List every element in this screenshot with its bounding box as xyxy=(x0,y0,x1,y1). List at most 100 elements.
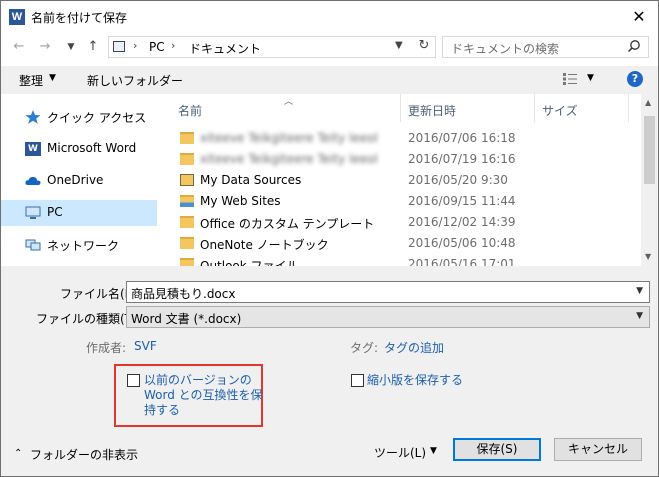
star-icon xyxy=(25,110,41,124)
window-title: 名前を付けて保存 xyxy=(31,11,128,25)
command-bar: 整理 ▼ 新しいフォルダー ▼ ? xyxy=(1,66,658,94)
forward-arrow-icon[interactable]: → xyxy=(36,38,54,56)
title-bar: W 名前を付けて保存 ✕ xyxy=(1,1,658,31)
file-row[interactable]: xiteeve Teikgiteere Teity leeol 2016/07/… xyxy=(170,128,640,149)
file-name: My Data Sources xyxy=(200,173,302,187)
folder-icon xyxy=(180,258,194,266)
sort-ascending-icon: ︿ xyxy=(284,97,294,107)
filename-field[interactable]: 商品見積もり.docx ▼ xyxy=(126,281,650,303)
column-header-name[interactable]: 名前 xyxy=(178,102,202,119)
author-label: 作成者: xyxy=(86,341,127,355)
author-value[interactable]: SVF xyxy=(134,339,157,353)
tools-button[interactable]: ツール(L) xyxy=(374,444,426,461)
scroll-up-arrow-icon[interactable]: ▲ xyxy=(645,98,651,107)
folder-icon xyxy=(180,237,194,249)
compat-checkbox[interactable] xyxy=(127,374,140,387)
sidebar-item-label: Microsoft Word xyxy=(47,141,137,155)
file-name: Outlook ファイル xyxy=(200,259,299,266)
scroll-down-arrow-icon[interactable]: ▼ xyxy=(645,252,651,261)
column-divider[interactable] xyxy=(400,94,401,122)
address-bar[interactable]: › PC › ドキュメント ▼ ↻ xyxy=(108,36,436,58)
recent-chevron-down-icon[interactable]: ▼ xyxy=(62,38,80,56)
word-icon: W xyxy=(25,142,41,156)
sidebar-item-microsoft-word[interactable]: W Microsoft Word xyxy=(1,136,157,162)
add-tag-link[interactable]: タグの追加 xyxy=(384,339,444,356)
column-divider[interactable] xyxy=(628,94,629,122)
sidebar-item-label: PC xyxy=(47,205,63,219)
file-name: My Web Sites xyxy=(200,194,281,208)
compat-label-line: 以前のバージョンの xyxy=(144,373,252,387)
compat-label[interactable]: 以前のバージョンの Word との互換性を保 持する xyxy=(144,373,263,418)
chevron-up-icon[interactable]: ⌃ xyxy=(14,448,22,459)
search-input[interactable]: ドキュメントの検索 xyxy=(451,40,559,57)
breadcrumb-separator: › xyxy=(133,39,138,52)
scrollbar-thumb[interactable] xyxy=(644,116,655,184)
folder-icon xyxy=(180,132,194,144)
column-divider[interactable] xyxy=(534,94,535,122)
organize-button[interactable]: 整理 xyxy=(19,72,43,89)
chevron-down-icon[interactable]: ▼ xyxy=(636,311,643,321)
filetype-value: Word 文書 (*.docx) xyxy=(131,312,242,326)
computer-icon xyxy=(113,41,125,52)
file-date: 2016/05/16 17:01 xyxy=(408,257,516,266)
network-icon xyxy=(25,239,41,251)
filetype-select[interactable]: Word 文書 (*.docx) ▼ xyxy=(126,306,650,328)
file-row[interactable]: xiteeve Teikgiteere Teity leeol 2016/07/… xyxy=(170,149,640,170)
chevron-down-icon[interactable]: ▼ xyxy=(430,446,437,456)
filename-input[interactable]: 商品見積もり.docx xyxy=(131,285,235,302)
compat-label-line: Word との互換性を保 xyxy=(144,388,263,402)
thumbnail-checkbox[interactable] xyxy=(351,374,364,387)
file-date: 2016/05/20 9:30 xyxy=(408,173,508,187)
file-date: 2016/07/19 16:16 xyxy=(408,152,516,166)
up-arrow-icon[interactable]: ↑ xyxy=(84,38,102,56)
navigation-pane: クイック アクセス W Microsoft Word OneDrive PC ネ… xyxy=(1,94,157,266)
tags-label: タグ: xyxy=(350,341,379,355)
chevron-down-icon[interactable]: ▼ xyxy=(636,286,643,296)
file-row[interactable]: Outlook ファイル 2016/05/16 17:01 xyxy=(170,254,640,266)
file-row[interactable]: OneNote ノートブック 2016/05/06 10:48 xyxy=(170,233,640,254)
file-row[interactable]: My Web Sites 2016/09/15 11:44 xyxy=(170,191,640,212)
hide-folders-button[interactable]: フォルダーの非表示 xyxy=(30,446,138,463)
new-folder-button[interactable]: 新しいフォルダー xyxy=(87,72,183,89)
folder-icon xyxy=(180,216,194,228)
file-name: Office のカスタム テンプレート xyxy=(200,217,375,231)
file-name: xiteeve Teikgiteere Teity leeol xyxy=(200,152,378,166)
file-date: 2016/09/15 11:44 xyxy=(408,194,516,208)
save-button[interactable]: 保存(S) xyxy=(453,438,541,461)
column-header-size[interactable]: サイズ xyxy=(542,102,578,119)
file-date: 2016/07/06 16:18 xyxy=(408,131,516,145)
close-button[interactable]: ✕ xyxy=(620,2,658,31)
compat-label-line: 持する xyxy=(144,403,181,417)
file-date: 2016/12/02 14:39 xyxy=(408,215,516,229)
help-icon[interactable]: ? xyxy=(627,71,643,87)
sidebar-item-label: クイック アクセス xyxy=(47,111,147,125)
file-list: ︿ 名前 更新日時 サイズ xiteeve Teikgiteere Teity … xyxy=(170,94,658,266)
cancel-button[interactable]: キャンセル xyxy=(554,438,642,461)
sidebar-item-network[interactable]: ネットワーク xyxy=(1,232,157,258)
file-name: OneNote ノートブック xyxy=(200,238,329,252)
cloud-icon xyxy=(25,176,41,185)
word-icon: W xyxy=(9,9,25,25)
file-row[interactable]: My Data Sources 2016/05/20 9:30 xyxy=(170,170,640,191)
refresh-icon[interactable]: ↻ xyxy=(415,38,433,53)
folder-icon xyxy=(180,153,194,165)
search-icon[interactable] xyxy=(627,39,641,53)
chevron-down-icon[interactable]: ▼ xyxy=(587,73,594,83)
view-options-icon[interactable] xyxy=(563,73,577,85)
file-row[interactable]: Office のカスタム テンプレート 2016/12/02 14:39 xyxy=(170,212,640,233)
breadcrumb-pc[interactable]: PC xyxy=(149,40,165,54)
data-source-folder-icon xyxy=(180,174,194,186)
thumbnail-label[interactable]: 縮小版を保存する xyxy=(367,373,463,388)
breadcrumb-documents[interactable]: ドキュメント xyxy=(189,40,261,57)
vertical-scrollbar[interactable]: ▲ ▼ xyxy=(641,94,658,266)
column-header-date[interactable]: 更新日時 xyxy=(408,102,456,119)
sidebar-item-pc[interactable]: PC xyxy=(1,200,157,226)
sidebar-item-quick-access[interactable]: クイック アクセス xyxy=(1,104,157,130)
search-box[interactable]: ドキュメントの検索 xyxy=(442,36,649,58)
chevron-down-icon[interactable]: ▼ xyxy=(49,73,56,83)
breadcrumb-separator[interactable]: › xyxy=(171,39,175,52)
sidebar-item-onedrive[interactable]: OneDrive xyxy=(1,168,157,194)
file-date: 2016/05/06 10:48 xyxy=(408,236,516,250)
back-arrow-icon[interactable]: ← xyxy=(10,38,28,56)
chevron-down-icon[interactable]: ▼ xyxy=(395,40,403,51)
